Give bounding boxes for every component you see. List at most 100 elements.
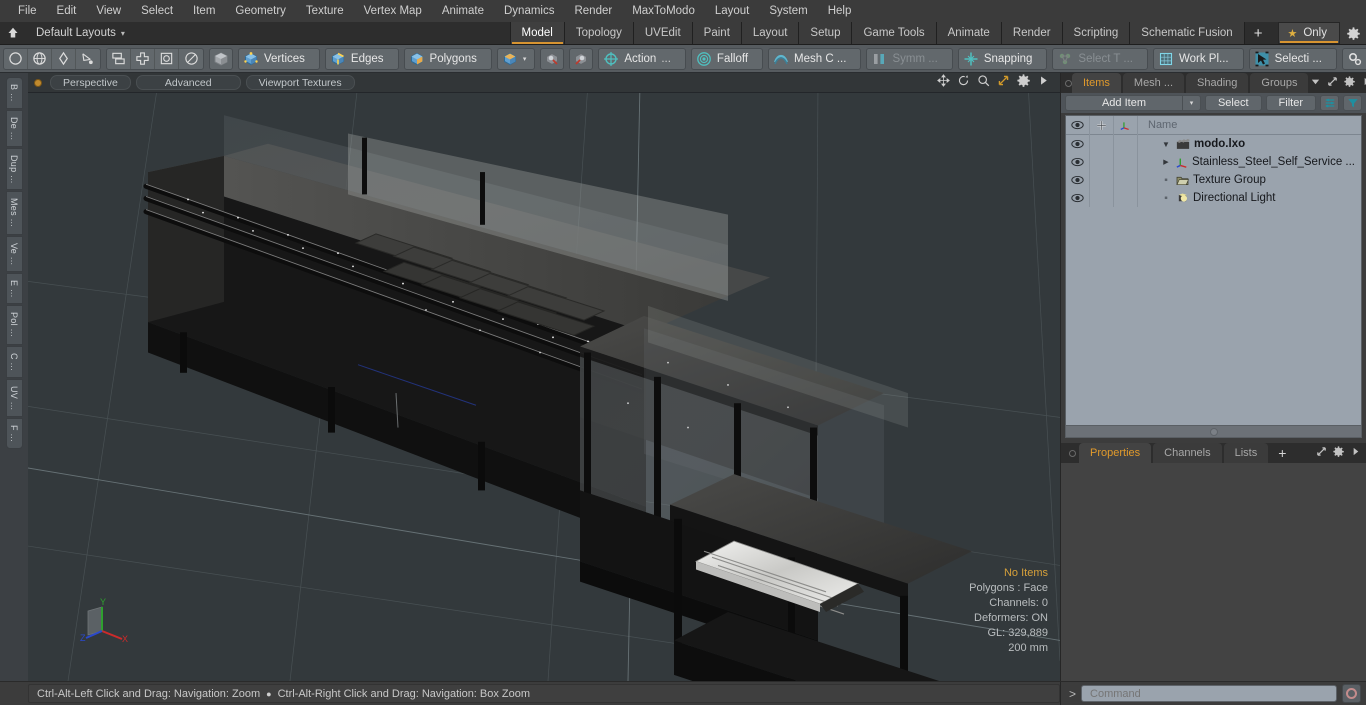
row-visibility-toggle[interactable] (1066, 135, 1090, 153)
snap-grid-icon[interactable] (569, 47, 594, 70)
row-lock-cell[interactable] (1090, 153, 1114, 171)
falloff-dropdown[interactable]: Falloff (690, 47, 764, 70)
cube-item-icon[interactable] (209, 47, 233, 70)
add-layout-tab-button[interactable]: + (1244, 22, 1273, 44)
list-item[interactable]: ▪ Texture Group (1138, 174, 1361, 186)
tab-schematic-fusion[interactable]: Schematic Fusion (1129, 22, 1245, 44)
symmetry-dropdown[interactable]: Symm ... (866, 47, 953, 70)
chevron-down-icon[interactable]: ▾ (1182, 95, 1201, 111)
tab-uvedit[interactable]: UVEdit (632, 22, 693, 44)
item-list-empty-area[interactable] (1066, 207, 1361, 425)
menu-item-select[interactable]: Select (131, 0, 183, 22)
vtab-duplicate[interactable]: Dup ... (5, 147, 23, 191)
menu-item-dynamics[interactable]: Dynamics (494, 0, 564, 22)
tab-layout[interactable]: Layout (740, 22, 800, 44)
table-row[interactable]: ▶ Stainless_Steel_Self_Service ... (1066, 153, 1361, 171)
vtab-uv[interactable]: UV ... (5, 378, 23, 417)
row-visibility-toggle[interactable] (1066, 189, 1090, 207)
table-row[interactable]: ▪ Directional Light (1066, 189, 1361, 207)
add-panel-tab-button[interactable]: + (1270, 443, 1294, 463)
selection-mode-vertices[interactable]: Vertices (238, 47, 320, 70)
chevron-down-icon[interactable] (1310, 74, 1321, 92)
menu-item-view[interactable]: View (86, 0, 131, 22)
viewport-shading-button[interactable]: Advanced (135, 75, 241, 90)
snap-point-icon[interactable] (540, 47, 565, 70)
record-icon[interactable] (1342, 684, 1361, 703)
tab-items[interactable]: Items (1072, 73, 1121, 93)
table-row[interactable]: ▼ modo.lxo (1066, 135, 1361, 153)
menu-item-layout[interactable]: Layout (705, 0, 760, 22)
action-center-dropdown[interactable]: Action ... (598, 47, 686, 70)
row-axis-cell[interactable] (1114, 153, 1138, 171)
menu-item-edit[interactable]: Edit (47, 0, 87, 22)
sphere-tool-icon[interactable] (28, 48, 52, 69)
home-icon[interactable] (0, 22, 26, 44)
panel-menu-dot[interactable] (1065, 73, 1072, 93)
smooth-tool-icon[interactable] (179, 49, 203, 69)
vtab-curve[interactable]: C ... (5, 345, 23, 378)
selection-mode-dropdown[interactable]: ▾ (496, 47, 536, 70)
tab-game-tools[interactable]: Game Tools (851, 22, 937, 44)
list-item[interactable]: ▼ modo.lxo (1138, 138, 1361, 150)
gear-icon[interactable] (1017, 73, 1030, 92)
curve-tool-icon[interactable] (76, 49, 100, 69)
selection-mode-polygons[interactable]: Polygons (403, 47, 492, 70)
vtab-deform[interactable]: De ... (5, 109, 23, 147)
row-axis-cell[interactable] (1114, 189, 1138, 207)
tab-animate[interactable]: Animate (935, 22, 1002, 44)
vtab-vertex[interactable]: Ve ... (5, 235, 23, 272)
filter-button[interactable]: Filter (1265, 95, 1316, 111)
row-axis-cell[interactable] (1114, 135, 1138, 153)
rotate-icon[interactable] (957, 74, 970, 92)
list-item[interactable]: ▶ Stainless_Steel_Self_Service ... (1138, 156, 1361, 168)
menu-item-system[interactable]: System (759, 0, 817, 22)
menu-item-geometry[interactable]: Geometry (225, 0, 296, 22)
tab-setup[interactable]: Setup (798, 22, 853, 44)
menu-item-render[interactable]: Render (564, 0, 622, 22)
mirror-tool-icon[interactable] (131, 48, 155, 69)
menu-item-texture[interactable]: Texture (296, 0, 354, 22)
expander-icon[interactable]: ▼ (1160, 140, 1172, 149)
eye-icon[interactable] (1066, 116, 1090, 135)
tab-topology[interactable]: Topology (563, 22, 634, 44)
default-layouts-dropdown[interactable]: Default Layouts ▾ (26, 22, 135, 44)
item-list-resize-handle[interactable] (1066, 425, 1361, 437)
row-lock-cell[interactable] (1090, 189, 1114, 207)
tab-properties[interactable]: Properties (1079, 443, 1152, 463)
tab-scripting[interactable]: Scripting (1061, 22, 1131, 44)
select-through-dropdown[interactable]: Select T ... (1052, 47, 1148, 70)
panel-menu-dot[interactable] (1065, 443, 1079, 463)
table-row[interactable]: ▪ Texture Group (1066, 171, 1361, 189)
mesh-constraint-dropdown[interactable]: Mesh C ... (768, 47, 862, 70)
play-icon[interactable] (1361, 74, 1366, 92)
vtab-edge[interactable]: E ... (5, 272, 23, 305)
tab-mesh-ops[interactable]: Mesh ... (1122, 73, 1185, 93)
only-toggle-button[interactable]: ★ Only (1278, 22, 1340, 44)
pen-tool-icon[interactable] (52, 48, 76, 69)
vtab-falloff[interactable]: F ... (5, 417, 23, 449)
row-axis-cell[interactable] (1114, 171, 1138, 189)
gear-icon[interactable] (1344, 74, 1356, 92)
list-options-icon[interactable] (1320, 95, 1339, 111)
properties-panel-body[interactable] (1061, 463, 1366, 681)
zoom-icon[interactable] (977, 74, 990, 92)
vtab-polygon[interactable]: Pol ... (5, 305, 23, 345)
gear-icon[interactable] (1333, 444, 1344, 462)
kits-dropdown[interactable]: Kits (1341, 47, 1366, 70)
tab-lists[interactable]: Lists (1223, 443, 1269, 463)
tab-render[interactable]: Render (1000, 22, 1063, 44)
row-lock-cell[interactable] (1090, 171, 1114, 189)
circle-tool-icon[interactable] (4, 48, 28, 69)
row-lock-cell[interactable] (1090, 135, 1114, 153)
select-button[interactable]: Select (1204, 95, 1262, 111)
menu-item-file[interactable]: File (8, 0, 47, 22)
expand-icon[interactable] (1316, 444, 1327, 462)
tab-paint[interactable]: Paint (691, 22, 742, 44)
expander-icon[interactable]: ▶ (1160, 158, 1172, 166)
tab-model[interactable]: Model (509, 22, 565, 44)
row-visibility-toggle[interactable] (1066, 171, 1090, 189)
menu-item-item[interactable]: Item (183, 0, 225, 22)
move-icon[interactable] (937, 73, 950, 92)
gear-icon[interactable] (1340, 22, 1366, 44)
viewport-projection-button[interactable]: Perspective (50, 75, 131, 90)
